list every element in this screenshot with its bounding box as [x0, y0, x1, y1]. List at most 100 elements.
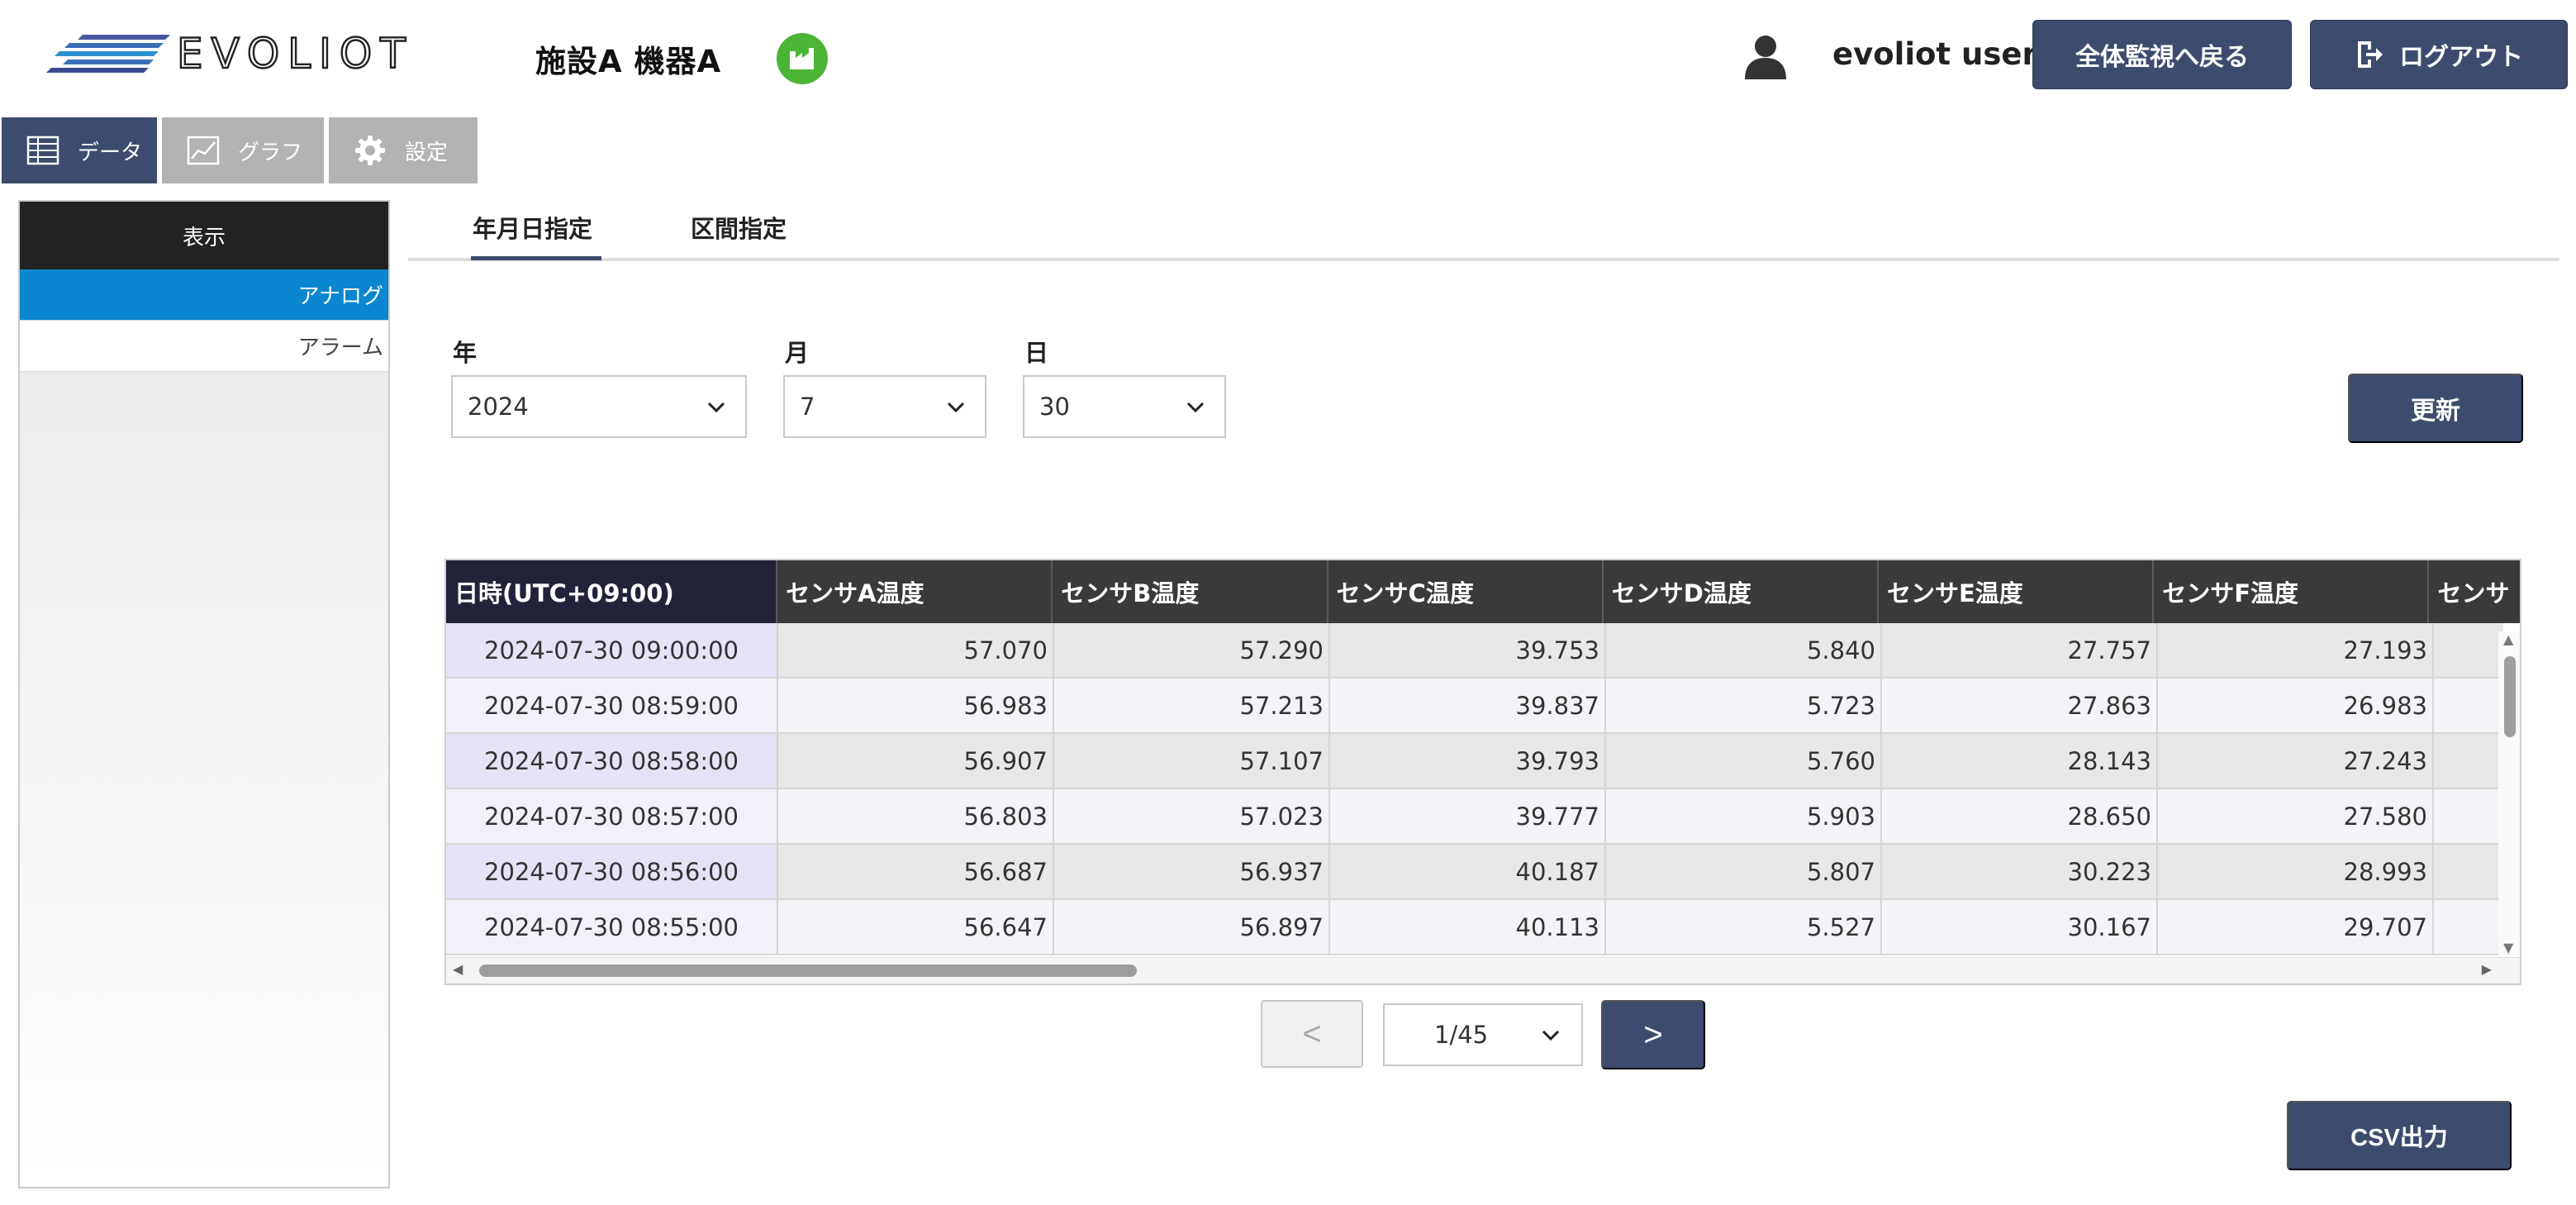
- table-cell: 26.983: [2158, 679, 2434, 732]
- chevron-down-icon: [707, 402, 725, 413]
- sidebar-item-alarm[interactable]: アラーム: [20, 321, 388, 372]
- table-cell: 27.863: [1882, 679, 2158, 732]
- scroll-right-arrow-icon[interactable]: ▶: [2482, 961, 2492, 977]
- table-cell: 57.107: [1054, 734, 1330, 788]
- column-header-sensor-g[interactable]: センサ: [2429, 560, 2520, 623]
- column-header-sensor-f[interactable]: センサF温度: [2154, 560, 2430, 623]
- factory-icon: [777, 33, 828, 84]
- next-page-button[interactable]: >: [1601, 1000, 1705, 1069]
- column-header-sensor-c[interactable]: センサC温度: [1328, 560, 1604, 623]
- sidebar-item-analog[interactable]: アナログ: [20, 269, 388, 321]
- table-cell: 56.647: [778, 900, 1054, 954]
- svg-text:EVOLIOT: EVOLIOT: [177, 31, 414, 78]
- gear-icon: [355, 136, 385, 165]
- table-cell: 29.707: [2158, 900, 2434, 954]
- year-select[interactable]: 2024: [451, 375, 747, 438]
- table-cell: 57.213: [1054, 679, 1330, 732]
- table-cell: 56.907: [778, 734, 1054, 788]
- table-cell: 56.983: [778, 679, 1054, 732]
- tab-range-specify[interactable]: 区間指定: [691, 210, 787, 245]
- cell-datetime: 2024-07-30 08:57:00: [446, 789, 778, 843]
- vertical-scroll-thumb[interactable]: [2504, 656, 2516, 737]
- table-cell: 5.903: [1606, 789, 1882, 843]
- chart-icon: [187, 136, 220, 165]
- sidebar: 表示 アナログ アラーム: [18, 200, 390, 1188]
- table-row: 2024-07-30 08:55:00 56.647 56.897 40.113…: [446, 900, 2503, 955]
- cell-datetime: 2024-07-30 08:58:00: [446, 734, 778, 788]
- vertical-scrollbar[interactable]: ▲ ▼: [2498, 631, 2520, 955]
- cell-datetime: 2024-07-30 08:59:00: [446, 679, 778, 732]
- table-cell: 56.897: [1054, 900, 1330, 954]
- scroll-left-arrow-icon[interactable]: ◀: [453, 961, 463, 977]
- chevron-down-icon: [1186, 402, 1205, 413]
- column-header-sensor-d[interactable]: センサD温度: [1604, 560, 1879, 623]
- table-row: 2024-07-30 09:00:00 57.070 57.290 39.753…: [446, 623, 2503, 679]
- table-cell: 40.187: [1330, 845, 1606, 898]
- csv-export-button[interactable]: CSV出力: [2287, 1101, 2512, 1170]
- table-cell: 30.167: [1882, 900, 2158, 954]
- column-header-sensor-a[interactable]: センサA温度: [777, 560, 1053, 623]
- table-cell: 39.793: [1330, 734, 1606, 788]
- table-cell: 57.023: [1054, 789, 1330, 843]
- column-header-datetime[interactable]: 日時(UTC+09:00): [446, 560, 778, 623]
- day-value: 30: [1039, 393, 1070, 421]
- tab-graph[interactable]: グラフ: [162, 117, 324, 183]
- table-header-row: 日時(UTC+09:00) センサA温度 センサB温度 センサC温度 センサD温…: [446, 560, 2520, 623]
- evoliot-logo: EVOLIOT: [46, 31, 414, 78]
- column-header-sensor-e[interactable]: センサE温度: [1879, 560, 2155, 623]
- month-label: 月: [785, 339, 810, 367]
- table-row: 2024-07-30 08:57:00 56.803 57.023 39.777…: [446, 789, 2503, 845]
- table-cell: [2434, 845, 2483, 898]
- cell-datetime: 2024-07-30 08:55:00: [446, 900, 778, 954]
- tab-data[interactable]: データ: [2, 117, 157, 183]
- page-select[interactable]: 1/45: [1383, 1003, 1583, 1066]
- table-cell: 56.687: [778, 845, 1054, 898]
- month-value: 7: [800, 393, 815, 421]
- chevron-down-icon: [1542, 1030, 1560, 1041]
- logout-button[interactable]: ログアウト: [2310, 20, 2568, 89]
- refresh-button[interactable]: 更新: [2348, 374, 2523, 443]
- table-cell: 28.650: [1882, 789, 2158, 843]
- sidebar-header: 表示: [20, 202, 388, 269]
- table-cell: 5.807: [1606, 845, 1882, 898]
- active-tab-indicator: [471, 256, 601, 260]
- day-select[interactable]: 30: [1023, 375, 1226, 438]
- cell-datetime: 2024-07-30 08:56:00: [446, 845, 778, 898]
- prev-page-button[interactable]: <: [1261, 1000, 1363, 1068]
- table-cell: [2434, 679, 2483, 732]
- date-tabs-divider: [408, 258, 2559, 261]
- scroll-up-arrow-icon[interactable]: ▲: [2503, 631, 2513, 647]
- table-cell: 40.113: [1330, 900, 1606, 954]
- tab-settings[interactable]: 設定: [329, 117, 478, 183]
- table-cell: 5.527: [1606, 900, 1882, 954]
- table-cell: 57.070: [778, 623, 1054, 677]
- scroll-down-arrow-icon[interactable]: ▼: [2503, 940, 2513, 955]
- cell-datetime: 2024-07-30 09:00:00: [446, 623, 778, 677]
- table-cell: 5.760: [1606, 734, 1882, 788]
- table-cell: 30.223: [1882, 845, 2158, 898]
- table-cell: 27.193: [2158, 623, 2434, 677]
- tab-data-label: データ: [78, 140, 143, 165]
- table-cell: 5.840: [1606, 623, 1882, 677]
- tab-date-specify[interactable]: 年月日指定: [473, 210, 592, 245]
- table-cell: 39.777: [1330, 789, 1606, 843]
- year-label: 年: [453, 339, 478, 367]
- table-icon: [26, 136, 59, 165]
- horizontal-scrollbar[interactable]: ◀ ▶: [446, 957, 2520, 984]
- table-cell: 27.243: [2158, 734, 2434, 788]
- table-cell: [2434, 734, 2483, 788]
- data-table[interactable]: 日時(UTC+09:00) センサA温度 センサB温度 センサC温度 センサD温…: [444, 559, 2521, 985]
- table-body: 2024-07-30 09:00:00 57.070 57.290 39.753…: [446, 623, 2503, 955]
- table-cell: 28.993: [2158, 845, 2434, 898]
- table-cell: 28.143: [1882, 734, 2158, 788]
- column-header-sensor-b[interactable]: センサB温度: [1053, 560, 1328, 623]
- horizontal-scroll-thumb[interactable]: [479, 964, 1137, 977]
- month-select[interactable]: 7: [783, 375, 986, 438]
- table-cell: 27.757: [1882, 623, 2158, 677]
- back-to-overview-button[interactable]: 全体監視へ戻る: [2032, 20, 2292, 89]
- tab-settings-label: 設定: [405, 140, 449, 165]
- page-indicator: 1/45: [1434, 1021, 1489, 1049]
- user-name: evoliot user: [1832, 36, 2037, 72]
- table-cell: 56.803: [778, 789, 1054, 843]
- user-avatar-icon: [1738, 30, 1793, 84]
